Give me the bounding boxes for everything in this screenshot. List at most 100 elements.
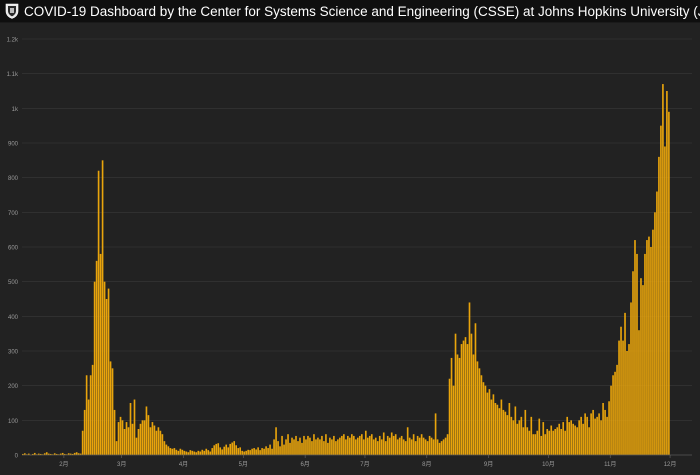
daily-cases-bar[interactable]: [357, 437, 359, 455]
daily-cases-bar[interactable]: [227, 447, 230, 455]
daily-cases-bar[interactable]: [111, 368, 114, 455]
daily-cases-bar[interactable]: [508, 403, 511, 455]
daily-cases-bar[interactable]: [159, 430, 162, 455]
daily-cases-bar[interactable]: [506, 415, 509, 455]
daily-cases-bar[interactable]: [109, 361, 112, 455]
daily-cases-bar[interactable]: [428, 435, 431, 455]
daily-cases-bar[interactable]: [624, 312, 626, 455]
daily-cases-bar[interactable]: [305, 439, 307, 455]
daily-cases-bar[interactable]: [598, 413, 600, 455]
daily-cases-bar[interactable]: [175, 449, 178, 455]
daily-cases-bar[interactable]: [638, 330, 640, 455]
daily-cases-bar[interactable]: [554, 429, 557, 455]
daily-cases-bar[interactable]: [474, 323, 477, 455]
daily-cases-bar[interactable]: [518, 420, 521, 455]
daily-cases-bar[interactable]: [251, 448, 253, 455]
daily-cases-bar[interactable]: [586, 416, 588, 455]
daily-cases-bar[interactable]: [255, 449, 257, 455]
daily-cases-bar[interactable]: [570, 420, 572, 455]
daily-cases-bar[interactable]: [117, 422, 120, 455]
daily-cases-bar[interactable]: [133, 399, 136, 455]
daily-cases-bar[interactable]: [149, 427, 152, 455]
daily-cases-bar[interactable]: [462, 340, 465, 455]
daily-cases-bar[interactable]: [594, 418, 596, 455]
daily-cases-bar[interactable]: [269, 444, 271, 455]
daily-cases-bar[interactable]: [89, 375, 92, 455]
daily-cases-bar[interactable]: [396, 439, 399, 455]
daily-cases-bar[interactable]: [662, 84, 664, 455]
daily-cases-bar[interactable]: [552, 430, 555, 455]
daily-cases-bar[interactable]: [171, 448, 174, 455]
daily-cases-bar[interactable]: [327, 442, 329, 455]
daily-cases-bar[interactable]: [496, 404, 499, 455]
daily-cases-bar[interactable]: [249, 450, 251, 455]
daily-cases-bar[interactable]: [45, 452, 48, 455]
daily-cases-bar[interactable]: [616, 364, 618, 455]
daily-cases-bar[interactable]: [177, 450, 180, 455]
daily-cases-bar[interactable]: [452, 385, 455, 455]
daily-cases-bar[interactable]: [85, 375, 88, 455]
daily-cases-bar[interactable]: [257, 447, 259, 455]
daily-cases-bar[interactable]: [590, 413, 592, 455]
daily-cases-bar[interactable]: [422, 437, 425, 455]
daily-cases-bar[interactable]: [576, 427, 578, 455]
daily-cases-bar[interactable]: [374, 437, 377, 455]
daily-cases-bar[interactable]: [430, 437, 433, 455]
daily-cases-bar[interactable]: [394, 434, 397, 455]
daily-cases-bar[interactable]: [640, 278, 642, 455]
daily-cases-bar[interactable]: [107, 288, 110, 455]
daily-cases-bar[interactable]: [253, 448, 255, 455]
daily-cases-bar[interactable]: [323, 441, 325, 455]
daily-cases-bar[interactable]: [239, 447, 241, 455]
daily-cases-bar[interactable]: [225, 444, 228, 455]
daily-cases-bar[interactable]: [263, 448, 265, 455]
daily-cases-bar[interactable]: [658, 156, 660, 455]
daily-cases-bar[interactable]: [311, 441, 313, 455]
daily-cases-bar[interactable]: [440, 441, 443, 455]
daily-cases-bar[interactable]: [408, 437, 411, 455]
daily-cases-bar[interactable]: [444, 437, 447, 455]
daily-cases-bar[interactable]: [309, 437, 311, 455]
daily-cases-bar[interactable]: [83, 409, 86, 455]
daily-cases-bar[interactable]: [592, 409, 594, 455]
daily-cases-bar[interactable]: [247, 449, 249, 455]
daily-cases-bar[interactable]: [630, 302, 632, 455]
daily-cases-bar[interactable]: [524, 409, 527, 455]
daily-cases-bar[interactable]: [193, 451, 196, 455]
daily-cases-bar[interactable]: [319, 439, 321, 455]
daily-cases-bar[interactable]: [480, 375, 483, 455]
daily-cases-bar[interactable]: [145, 406, 148, 455]
daily-cases-bar[interactable]: [564, 430, 567, 455]
daily-cases-bar[interactable]: [167, 446, 170, 455]
daily-cases-bar[interactable]: [426, 441, 429, 455]
daily-cases-bar[interactable]: [600, 420, 602, 455]
daily-cases-bar[interactable]: [267, 448, 269, 455]
daily-cases-bar[interactable]: [281, 435, 283, 455]
daily-cases-bar[interactable]: [81, 430, 84, 455]
daily-cases-bar[interactable]: [446, 434, 449, 455]
daily-cases-bar[interactable]: [568, 422, 571, 455]
daily-cases-bar[interactable]: [265, 446, 267, 455]
daily-cases-bar[interactable]: [307, 435, 309, 455]
daily-cases-bar[interactable]: [578, 420, 580, 455]
daily-cases-bar[interactable]: [510, 416, 513, 455]
daily-cases-bar[interactable]: [163, 441, 166, 455]
daily-cases-bar[interactable]: [556, 427, 559, 455]
daily-cases-bar[interactable]: [91, 364, 94, 455]
daily-cases-bar[interactable]: [127, 427, 130, 455]
daily-cases-bar[interactable]: [291, 437, 293, 455]
daily-cases-bar[interactable]: [335, 441, 337, 455]
daily-cases-bar[interactable]: [436, 439, 439, 455]
daily-cases-bar[interactable]: [135, 437, 138, 455]
daily-cases-bar[interactable]: [584, 413, 586, 455]
daily-cases-bar[interactable]: [626, 351, 628, 455]
daily-cases-bar[interactable]: [235, 445, 237, 455]
daily-cases-bar[interactable]: [287, 434, 289, 455]
daily-cases-bar[interactable]: [664, 146, 666, 455]
daily-cases-bar[interactable]: [532, 434, 535, 455]
daily-cases-bar[interactable]: [596, 416, 598, 455]
daily-cases-bar[interactable]: [478, 368, 481, 455]
daily-cases-bar[interactable]: [416, 435, 419, 455]
daily-cases-bar[interactable]: [275, 427, 277, 455]
daily-cases-bar[interactable]: [141, 420, 144, 455]
